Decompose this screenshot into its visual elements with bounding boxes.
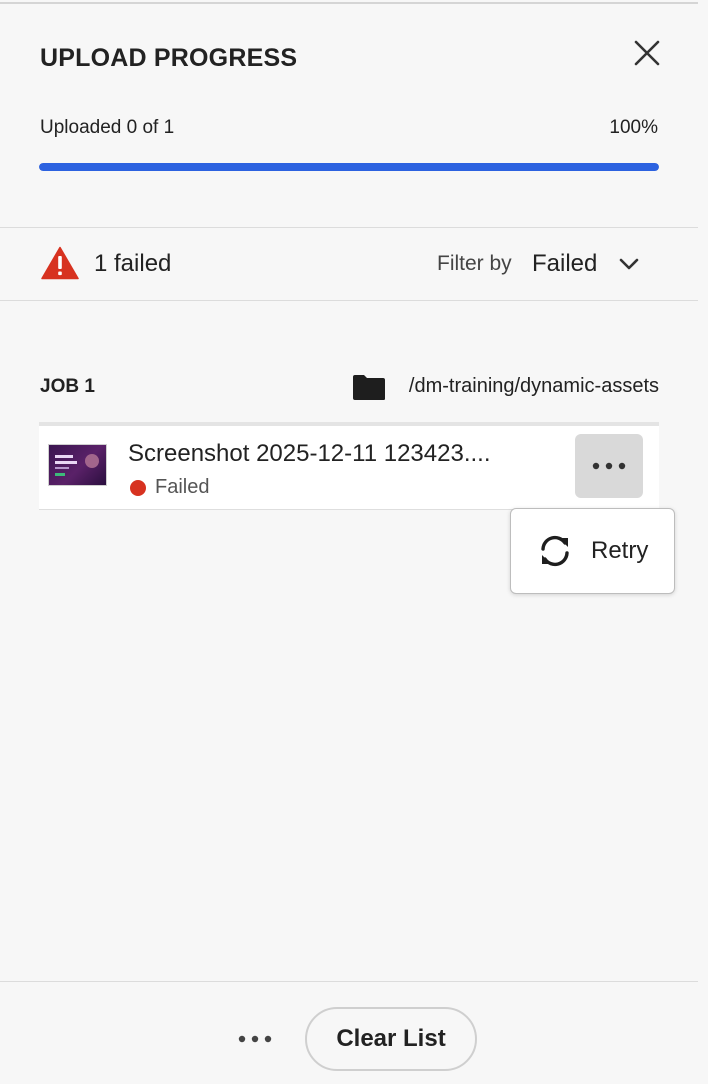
failed-count: 1 failed	[94, 250, 172, 277]
refresh-icon	[537, 534, 573, 568]
upload-progress-panel: UPLOAD PROGRESS Uploaded 0 of 1 100% 1 f…	[0, 0, 708, 1084]
filter-label: Filter by	[437, 252, 512, 275]
top-border	[0, 2, 698, 4]
more-horizontal-icon	[238, 1035, 272, 1043]
retry-label: Retry	[591, 537, 649, 564]
file-thumbnail	[48, 444, 107, 486]
upload-progress-bar	[39, 163, 659, 171]
file-status: Failed	[130, 476, 209, 499]
close-button[interactable]	[630, 36, 664, 70]
file-more-actions-button[interactable]	[575, 434, 643, 498]
upload-file-row: Screenshot 2025-12-11 123423.... Failed	[39, 422, 659, 510]
close-icon	[634, 40, 660, 66]
job-label: JOB 1	[40, 376, 95, 397]
divider	[0, 300, 698, 301]
folder-icon	[353, 375, 385, 400]
divider	[0, 227, 698, 228]
panel-title: UPLOAD PROGRESS	[40, 44, 298, 72]
more-horizontal-icon	[592, 462, 626, 470]
file-actions-menu: Retry	[510, 508, 675, 594]
file-name: Screenshot 2025-12-11 123423....	[128, 440, 491, 467]
footer-more-button[interactable]	[232, 1024, 278, 1054]
alert-triangle-icon	[41, 246, 79, 280]
job-destination-path: /dm-training/dynamic-assets	[408, 375, 659, 397]
chevron-down-icon	[619, 257, 639, 271]
upload-progress-label: Uploaded 0 of 1	[40, 117, 175, 138]
divider	[0, 981, 698, 982]
file-status-label: Failed	[155, 476, 210, 498]
upload-progress-fill	[39, 163, 659, 171]
clear-list-button[interactable]: Clear List	[305, 1007, 477, 1071]
filter-dropdown[interactable]: Failed	[532, 248, 639, 280]
status-dot	[130, 479, 146, 496]
filter-value: Failed	[532, 250, 598, 277]
menu-item-retry[interactable]: Retry	[511, 509, 674, 593]
upload-progress-percent: 100%	[609, 117, 658, 138]
